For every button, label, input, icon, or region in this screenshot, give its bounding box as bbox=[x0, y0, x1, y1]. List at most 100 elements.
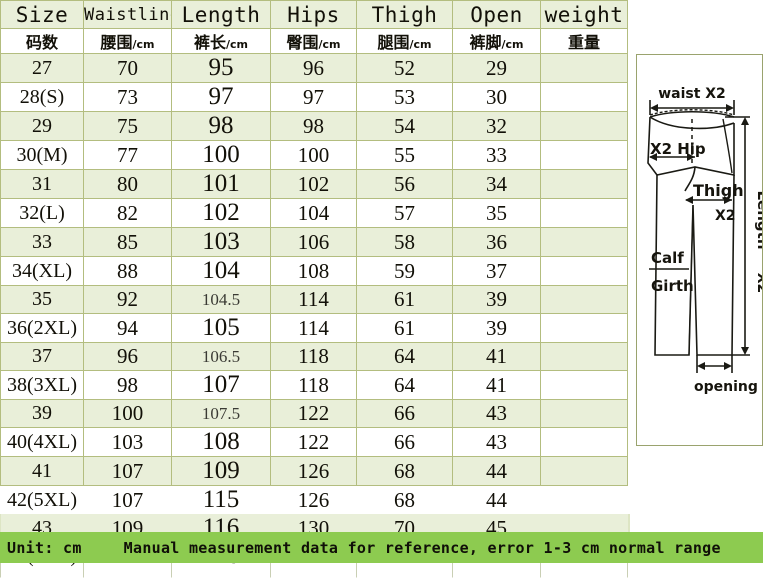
cell-size: 38(3XL) bbox=[1, 371, 84, 400]
cell-thigh: 59 bbox=[357, 257, 453, 286]
cell-waistline: 70 bbox=[84, 54, 172, 83]
cell-length: 107 bbox=[172, 371, 271, 400]
cell-length: 100 bbox=[172, 141, 271, 170]
cell-open: 39 bbox=[453, 314, 541, 343]
cell-thigh: 58 bbox=[357, 228, 453, 257]
cell-size: 37 bbox=[1, 343, 84, 371]
cell-thigh: 52 bbox=[357, 54, 453, 83]
pants-measurement-diagram: waist X2 X2 Hip bbox=[636, 54, 763, 446]
cell-size: 27 bbox=[1, 54, 84, 83]
cell-waistline: 73 bbox=[84, 83, 172, 112]
cell-hips: 104 bbox=[271, 199, 357, 228]
cell-thigh: 53 bbox=[357, 83, 453, 112]
cell-weight bbox=[541, 112, 628, 141]
cell-open: 36 bbox=[453, 228, 541, 257]
bottom-strip-segment bbox=[356, 563, 453, 578]
cell-hips: 126 bbox=[271, 457, 357, 486]
cell-size: 28(S) bbox=[1, 83, 84, 112]
header-cn-waistline: 腰围/cm bbox=[84, 29, 172, 54]
cell-thigh: 61 bbox=[357, 286, 453, 314]
cell-size: 39 bbox=[1, 400, 84, 428]
header-cn-pad-cell bbox=[628, 29, 763, 54]
header-pad-cell bbox=[628, 1, 763, 29]
cell-thigh: 64 bbox=[357, 371, 453, 400]
cell-waistline: 107 bbox=[84, 457, 172, 486]
waist-dimension-line bbox=[650, 100, 734, 115]
cell-waistline: 75 bbox=[84, 112, 172, 141]
cell-waistline: 103 bbox=[84, 428, 172, 457]
cell-open: 44 bbox=[453, 457, 541, 486]
cell-size: 41 bbox=[1, 457, 84, 486]
header-cn-thigh-label: 腿围 bbox=[377, 33, 409, 52]
cell-hips: 98 bbox=[271, 112, 357, 141]
diagram-label-length: Length bbox=[754, 191, 762, 250]
cell-waistline: 98 bbox=[84, 371, 172, 400]
diagram-label-waist: waist X2 bbox=[658, 86, 726, 102]
unit-waistline: /cm bbox=[133, 38, 155, 51]
cell-thigh: 55 bbox=[357, 141, 453, 170]
cell-weight bbox=[541, 83, 628, 112]
cell-open: 44 bbox=[453, 486, 541, 515]
header-cn-thigh: 腿围/cm bbox=[357, 29, 453, 54]
unit-length: /cm bbox=[226, 38, 248, 51]
cell-size: 32(L) bbox=[1, 199, 84, 228]
header-open: Open bbox=[453, 1, 541, 29]
cell-length: 104.5 bbox=[172, 286, 271, 314]
header-size: Size bbox=[1, 1, 84, 29]
cell-hips: 118 bbox=[271, 371, 357, 400]
cell-thigh: 68 bbox=[357, 486, 453, 515]
cell-hips: 100 bbox=[271, 141, 357, 170]
header-cn-size: 码数 bbox=[1, 29, 84, 54]
header-cn-hips-label: 臀围 bbox=[286, 33, 318, 52]
cell-waistline: 96 bbox=[84, 343, 172, 371]
header-cn-weight: 重量 bbox=[541, 29, 628, 54]
cell-length: 101 bbox=[172, 170, 271, 199]
cell-thigh: 68 bbox=[357, 457, 453, 486]
cell-weight bbox=[541, 343, 628, 371]
size-chart-page: Size Waistline Length Hips Thigh Open we… bbox=[0, 0, 763, 577]
cell-weight bbox=[541, 286, 628, 314]
cell-size: 31 bbox=[1, 170, 84, 199]
cell-open: 34 bbox=[453, 170, 541, 199]
cell-waistline: 77 bbox=[84, 141, 172, 170]
cell-waistline: 85 bbox=[84, 228, 172, 257]
cell-open: 32 bbox=[453, 112, 541, 141]
cell-thigh: 64 bbox=[357, 343, 453, 371]
diagram-label-girth: Girth bbox=[651, 277, 694, 295]
header-cn-waistline-label: 腰围 bbox=[100, 33, 132, 52]
cell-hips: 102 bbox=[271, 170, 357, 199]
cell-length: 108 bbox=[172, 428, 271, 457]
cell-weight bbox=[541, 400, 628, 428]
bottom-strip-segment bbox=[0, 563, 84, 578]
header-cn-size-label: 码数 bbox=[26, 33, 58, 52]
unit-thigh: /cm bbox=[410, 38, 432, 51]
cell-waistline: 100 bbox=[84, 400, 172, 428]
cell-weight bbox=[541, 228, 628, 257]
cell-length: 105 bbox=[172, 314, 271, 343]
header-hips: Hips bbox=[271, 1, 357, 29]
cell-thigh: 66 bbox=[357, 428, 453, 457]
cell-waistline: 94 bbox=[84, 314, 172, 343]
diagram-label-thigh: Thigh bbox=[693, 181, 744, 200]
cell-length: 97 bbox=[172, 83, 271, 112]
bottom-strip-segment bbox=[83, 563, 172, 578]
cell-open: 29 bbox=[453, 54, 541, 83]
diagram-label-hip: X2 Hip bbox=[650, 140, 706, 158]
opening-dimension-line bbox=[697, 355, 732, 373]
cell-length: 102 bbox=[172, 199, 271, 228]
cell-weight bbox=[541, 257, 628, 286]
bottom-strip-segment bbox=[540, 563, 628, 578]
cell-length: 106.5 bbox=[172, 343, 271, 371]
cell-open: 39 bbox=[453, 286, 541, 314]
header-cn-open: 裤脚/cm bbox=[453, 29, 541, 54]
header-waistline: Waistline bbox=[84, 1, 172, 29]
cell-weight bbox=[541, 314, 628, 343]
cell-thigh: 54 bbox=[357, 112, 453, 141]
header-cn-length: 裤长/cm bbox=[172, 29, 271, 54]
cell-hips: 122 bbox=[271, 428, 357, 457]
bottom-strip-segment bbox=[171, 563, 271, 578]
unit-hips: /cm bbox=[319, 38, 341, 51]
header-length: Length bbox=[172, 1, 271, 29]
cell-size: 36(2XL) bbox=[1, 314, 84, 343]
cell-length: 115 bbox=[172, 486, 271, 515]
